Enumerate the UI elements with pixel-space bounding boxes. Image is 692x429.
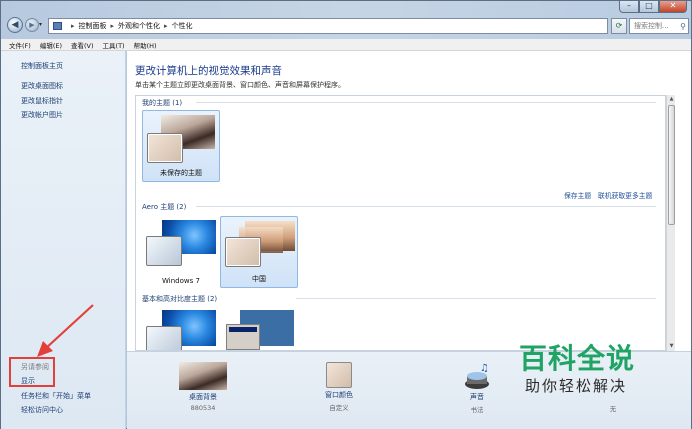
theme-windows7-color-swatch [146,236,182,266]
sidebar-control-panel-home[interactable]: 控制面板主页 [21,61,63,71]
window-color-setting[interactable]: 窗口颜色 自定义 [299,362,379,412]
theme-china-name: 中国 [252,275,266,283]
scroll-up-arrow-icon[interactable]: ▲ [667,95,676,104]
menu-edit[interactable]: 编辑(E) [40,40,62,50]
save-theme-link[interactable]: 保存主题 [564,190,591,200]
breadcrumb-appearance[interactable]: 外观和个性化 [118,21,160,31]
group-header-basic-themes: 基本和高对比度主题 (2) [142,295,218,303]
menu-file[interactable]: 文件(F) [9,40,31,50]
search-placeholder: 搜索控制... [634,22,669,30]
theme-unsaved-color-swatch [147,133,183,163]
menu-help[interactable]: 帮助(H) [134,40,157,50]
window-color-swatch [326,362,352,388]
sidebar-display-link[interactable]: 显示 [21,376,35,386]
group-divider [296,298,656,299]
sounds-value: 书法 [470,406,484,414]
sidebar-ease-of-access-link[interactable]: 轻松访问中心 [21,405,63,415]
sidebar-taskbar-start-menu-link[interactable]: 任务栏和「开始」菜单 [21,391,91,401]
red-annotation-arrow [37,304,94,357]
menu-bar: 文件(F) 编辑(E) 查看(V) 工具(T) 帮助(H) [1,39,691,51]
search-input[interactable]: 搜索控制... ⚲ [629,18,689,34]
get-more-themes-link[interactable]: 联机获取更多主题 [598,190,652,200]
minimize-button[interactable]: – [619,1,639,13]
back-arrow-icon: ◀ [11,20,19,30]
theme-classic-color-swatch [226,324,260,350]
window-color-label[interactable]: 窗口颜色 [299,390,379,400]
refresh-icon: ⟳ [615,21,623,30]
group-header-aero-themes: Aero 主题 (2) [142,203,187,211]
breadcrumb-separator-icon[interactable]: ▸ [71,22,75,30]
theme-windows-7[interactable]: Windows 7 [142,216,220,288]
themes-scrollbar[interactable]: ▲ ▼ [666,95,675,351]
sounds-setting[interactable]: ♫ 声音 书法 [437,362,517,414]
back-button[interactable]: ◀ [7,17,23,33]
group-header-my-themes: 我的主题 (1) [142,99,183,107]
breadcrumb-control-panel[interactable]: 控制面板 [79,21,107,31]
sidebar-change-mouse-pointer[interactable]: 更改鼠标指针 [21,96,63,106]
group-divider [196,206,656,207]
breadcrumb-separator-icon[interactable]: ▸ [111,22,115,30]
window-controls: – □ ✕ [619,1,687,13]
window-color-value: 自定义 [329,404,349,412]
forward-button[interactable]: ▶ [25,18,39,32]
theme-windows7-basic[interactable] [142,308,220,350]
watermark-title: 百科全说 [519,342,636,375]
breadcrumb-personalization[interactable]: 个性化 [172,21,193,31]
sidebar-change-desktop-icons[interactable]: 更改桌面图标 [21,81,63,91]
menu-tools[interactable]: 工具(T) [103,40,125,50]
search-icon[interactable]: ⚲ [680,20,686,34]
page-title: 更改计算机上的视觉效果和声音 [135,65,282,77]
theme-windows7-name: Windows 7 [162,277,200,285]
breadcrumb-separator-icon[interactable]: ▸ [164,22,168,30]
personalization-window: ◀ ▶ ▾ ▸ 控制面板 ▸ 外观和个性化 ▸ 个性化 ⟳ 搜索控制... ⚲ … [0,0,692,429]
sidebar: 控制面板主页 更改桌面图标 更改鼠标指针 更改帐户图片 另请参阅 显示 任务栏和… [1,51,126,429]
desktop-background-setting[interactable]: 桌面背景 880534 [163,362,243,412]
recent-pages-dropdown-icon[interactable]: ▾ [39,21,42,28]
watermark-subtitle: 助你轻松解决 [525,377,628,395]
svg-text:♫: ♫ [480,363,489,374]
refresh-button[interactable]: ⟳ [611,18,627,34]
desktop-background-value: 880534 [190,404,216,412]
theme-unsaved-name: 未保存的主题 [160,169,202,177]
themes-list: 我的主题 (1) 未保存的主题 保存主题 联机获取更多主题 Aero 主题 (2… [135,95,666,351]
sounds-icon: ♫ [462,362,492,390]
address-bar[interactable]: ▸ 控制面板 ▸ 外观和个性化 ▸ 个性化 [48,18,608,34]
sounds-label[interactable]: 声音 [437,392,517,402]
close-button[interactable]: ✕ [659,1,687,13]
desktop-background-label[interactable]: 桌面背景 [163,392,243,402]
maximize-button[interactable]: □ [639,1,659,13]
scroll-thumb[interactable] [668,105,675,225]
menu-view[interactable]: 查看(V) [71,40,94,50]
sidebar-change-account-picture[interactable]: 更改帐户图片 [21,110,63,120]
control-panel-folder-icon [53,22,62,30]
page-subtitle: 单击某个主题立即更改桌面背景、窗口颜色、声音和屏幕保护程序。 [135,81,345,89]
theme-unsaved[interactable]: 未保存的主题 [142,110,220,182]
theme-china[interactable]: 中国 [220,216,298,288]
forward-arrow-icon: ▶ [29,21,35,29]
theme-basic-color-swatch [146,326,182,350]
title-bar: ◀ ▶ ▾ ▸ 控制面板 ▸ 外观和个性化 ▸ 个性化 ⟳ 搜索控制... ⚲ … [1,1,691,39]
main-content: 更改计算机上的视觉效果和声音 单击某个主题立即更改桌面背景、窗口颜色、声音和屏幕… [127,51,691,351]
see-also-title: 另请参阅 [21,363,49,371]
baike-watermark: 百科全说 助你轻松解决 [511,333,689,405]
desktop-background-thumbnail [179,362,227,390]
group-divider [196,102,656,103]
theme-windows-classic[interactable] [220,308,298,350]
theme-china-color-swatch [225,237,261,267]
